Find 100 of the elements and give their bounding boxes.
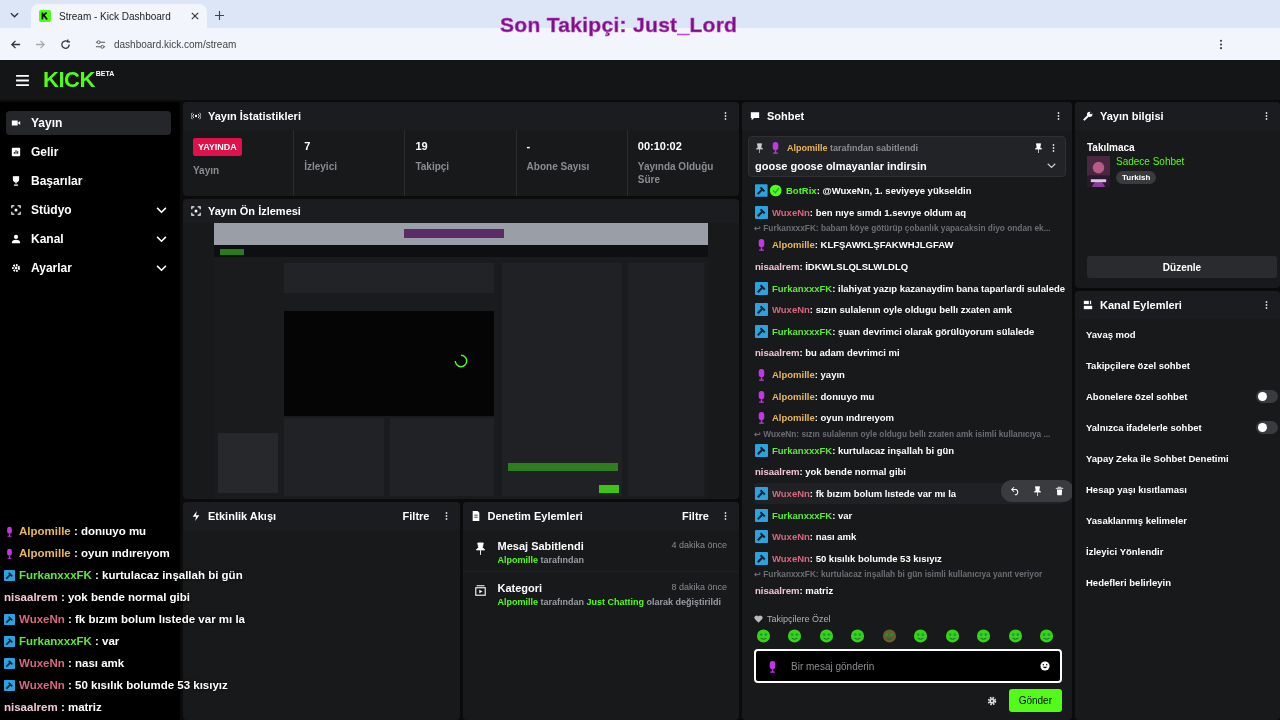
emote-icon[interactable] [944, 628, 960, 643]
unpin-icon[interactable] [1034, 142, 1043, 153]
tab-title: Stream - Kick Dashboard [59, 10, 171, 22]
chat-message: WuxeNn: 50 kısılık bolumde 53 kısıyız [772, 552, 942, 564]
channel-action-label: Abonelere özel sohbet [1086, 391, 1188, 402]
more-icon[interactable] [1219, 38, 1223, 50]
emote-icon[interactable] [1007, 628, 1023, 643]
hammer-badge-icon [755, 205, 768, 219]
hammer-badge-icon [755, 487, 768, 500]
panel-title: Yayın Ön İzlemesi [208, 205, 301, 217]
panel-title: Denetim Eylemleri [487, 510, 583, 522]
sidebar-item[interactable]: Stüdyo [6, 198, 171, 222]
emote-icon[interactable] [881, 628, 897, 643]
channel-action-label: Yapay Zeka ile Sohbet Denetimi [1086, 453, 1229, 464]
menu-icon[interactable] [16, 74, 29, 86]
emote-icon[interactable] [913, 628, 929, 643]
chat-message: Alpomille: yayın [772, 369, 845, 381]
sidebar-item[interactable]: Kanal [6, 227, 171, 251]
microphone-badge-icon [4, 547, 15, 559]
kick-logo[interactable]: KICK [43, 69, 95, 91]
overlay-chat-message: WuxeNn : nası amk [19, 657, 125, 669]
live-badge: YAYINDA [193, 138, 242, 156]
channel-action-label: Yasaklanmış kelimeler [1086, 515, 1187, 526]
hammer-badge-icon [4, 613, 15, 625]
edit-button[interactable]: Düzenle [1087, 256, 1277, 278]
hammer-badge-icon [4, 657, 15, 669]
emote-icon[interactable] [818, 628, 834, 643]
emote-icon[interactable] [850, 628, 866, 643]
site-settings-icon[interactable] [95, 38, 106, 50]
sidebar-item[interactable]: Gelir [6, 140, 171, 164]
settings-icon[interactable] [986, 695, 997, 706]
chat-message: Alpomille: donıuyo mu [772, 390, 875, 402]
stat-value: 00:10:02 [637, 139, 683, 152]
reload-icon[interactable] [60, 38, 71, 50]
overlay-chat-message: Alpomille : oyun ındıreıyom [19, 547, 170, 559]
chat-message: FurkanxxxFK: ilahiyat yazıp kazanaydim bana taparlardi sulalede [772, 282, 1066, 294]
channel-action-label: Takipçilere özel sohbet [1086, 360, 1190, 371]
message-box[interactable]: Bir mesaj gönderin [754, 649, 1062, 683]
pin-icon [474, 542, 486, 555]
pin-icon[interactable] [1033, 485, 1042, 496]
channel-action-label: Yalnızca ifadelerle sohbet [1086, 422, 1202, 433]
back-arrow-icon[interactable] [10, 38, 21, 50]
hammer-badge-icon [755, 443, 768, 457]
microphone-badge-icon [4, 525, 15, 537]
stat-label: Yayın [193, 164, 221, 177]
pinned-message: goose goose olmayanlar indirsin [755, 160, 927, 172]
chat-message: WuxeNn: sızın sulalenın oyle oldugu bellı zxaten amk [772, 304, 1013, 316]
emoji-icon[interactable] [1040, 661, 1050, 671]
action-title: Mesaj Sabitlendi [497, 540, 584, 552]
message-field[interactable]: Bir mesaj gönderin [789, 659, 1030, 673]
lightning-icon [191, 511, 201, 521]
chat-message: WuxeNn: ben nıye sımdı 1.sevıye oldum aq [772, 206, 967, 218]
channel-action-label: Hedefleri belirleyin [1086, 577, 1171, 588]
sidebar-item[interactable]: Başarılar [6, 169, 171, 193]
chat-message: nisaalrem: İDKWLSLQLSLWLDLQ [755, 261, 909, 273]
kick-favicon-icon [39, 10, 51, 22]
send-button[interactable]: Gönder [1008, 689, 1062, 712]
hammer-badge-icon [755, 530, 768, 544]
panel-title: Sohbet [767, 110, 805, 122]
video-icon [11, 118, 21, 128]
chevron-down-icon [156, 206, 167, 214]
channel-action-label: İzleyici Yönlendir [1086, 546, 1164, 557]
sidebar-item[interactable]: Yayın [6, 111, 171, 135]
emote-icon[interactable] [787, 628, 803, 643]
category-link[interactable]: Sadece Sohbet [1116, 156, 1185, 167]
stat-label: İzleyici [304, 160, 338, 173]
video-frame-icon [474, 584, 486, 597]
panel-title: Yayın İstatistikleri [208, 110, 301, 122]
chevron-down-icon[interactable] [1047, 163, 1056, 169]
close-icon[interactable] [191, 12, 199, 20]
bot-badges-icon [755, 184, 782, 198]
browser-tab[interactable]: Stream - Kick Dashboard [31, 4, 207, 28]
stat-label: Abone Sayısı [526, 160, 591, 173]
trophy-icon [11, 176, 21, 186]
panel-title: Etkinlik Akışı [208, 510, 277, 522]
trash-icon[interactable] [1055, 485, 1064, 496]
hammer-badge-icon [755, 551, 768, 565]
chat-message: FurkanxxxFK: var [772, 509, 853, 521]
reply-icon[interactable] [1011, 485, 1020, 496]
layout-icon [1083, 300, 1093, 310]
emote-section-label: Takipçilere Özel [767, 614, 831, 624]
filter-button[interactable]: Filtre [402, 510, 430, 522]
new-tab-icon[interactable] [215, 11, 224, 20]
emote-icon[interactable] [976, 628, 992, 643]
filter-button[interactable]: Filtre [682, 510, 709, 522]
emote-icon[interactable] [1038, 628, 1054, 643]
sidebar-item[interactable]: Ayarlar [6, 256, 171, 280]
emote-icon[interactable] [756, 628, 771, 643]
tab-list-icon[interactable] [10, 12, 19, 18]
stat-value: - [526, 139, 532, 152]
language-tag: Turkish [1116, 171, 1157, 184]
stat-label: Takipçi [415, 160, 451, 173]
toggle-switch[interactable] [1256, 390, 1278, 403]
reply-context: ↩ FurkanxxxFK: babam köye götürüp çobanlık yapacaksin diyo ondan ek... [754, 223, 1052, 235]
document-icon [470, 511, 481, 521]
toggle-switch[interactable] [1256, 421, 1278, 434]
hammer-badge-icon [755, 508, 768, 522]
chat-message: FurkanxxxFK: şuan devrimci olarak görülüyorum sülalede [772, 325, 1035, 337]
overlay-chat-message: WuxeNn : fk bızım bolum lıstede var mı la [19, 613, 245, 625]
channel-action-label: Yavaş mod [1086, 329, 1136, 340]
